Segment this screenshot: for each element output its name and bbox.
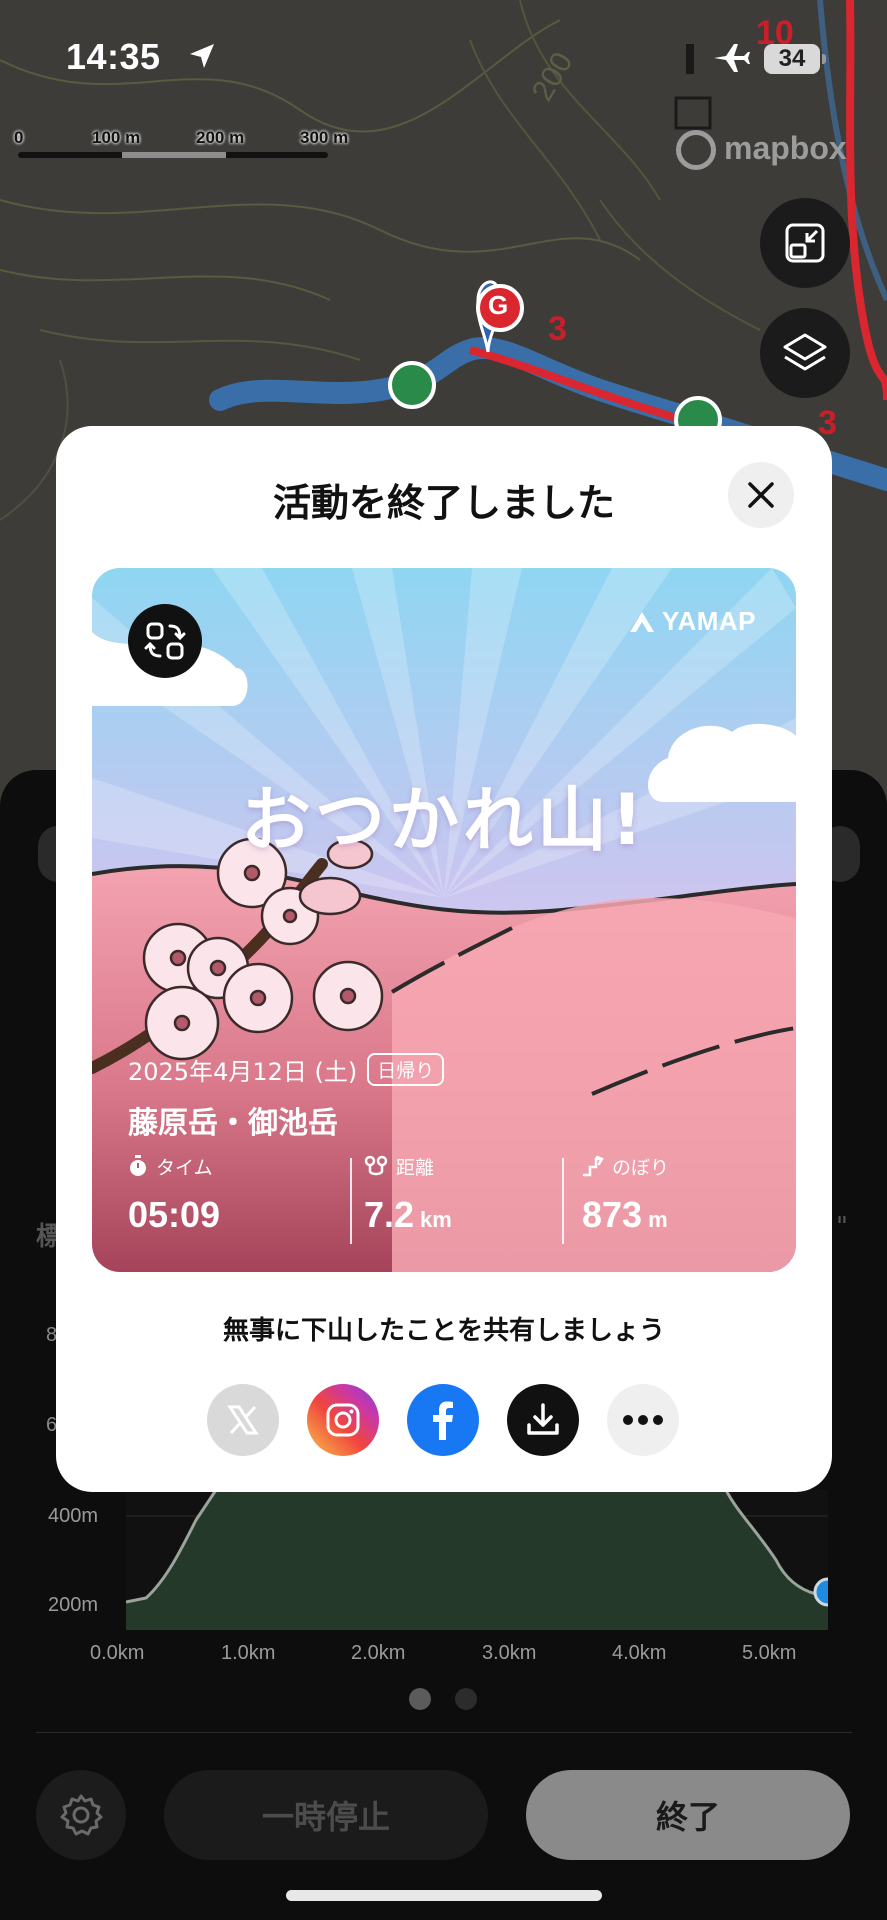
share-prompt: 無事に下山したことを共有しましょう — [222, 1316, 665, 1346]
elevation-y-label: 200m — [48, 1594, 99, 1616]
card-headline: おつかれ山! — [241, 779, 647, 861]
elevation-y-label: 400m — [48, 1505, 99, 1527]
stat-unit: km — [420, 1207, 452, 1232]
elevation-profile-chart[interactable] — [126, 1490, 828, 1630]
stat-label: タイム — [156, 1156, 213, 1179]
ascent-icon — [582, 1155, 604, 1177]
airplane-icon — [714, 44, 750, 72]
close-icon — [748, 482, 774, 508]
stat-value: 05:09 — [128, 1194, 221, 1235]
stat-distance: 距離 7.2 km — [364, 1152, 452, 1236]
share-x-button[interactable] — [207, 1384, 279, 1456]
mapbox-logo[interactable]: mapbox — [676, 124, 876, 174]
scale-line — [18, 152, 328, 158]
x-logo-icon — [227, 1405, 259, 1435]
elevation-x-label: 3.0km — [482, 1642, 537, 1664]
yamap-logo: YAMAP — [628, 606, 756, 637]
battery-indicator: 34 — [764, 44, 826, 74]
switch-card-button[interactable] — [128, 604, 202, 678]
end-button[interactable]: 終了 — [526, 1770, 850, 1860]
start-marker[interactable]: G — [488, 290, 508, 321]
facebook-icon — [433, 1401, 453, 1440]
location-arrow-icon — [190, 44, 214, 68]
route-pin-icon — [364, 1155, 388, 1176]
dialog-title: 活動を終了しました — [272, 481, 615, 525]
activity-finished-dialog: 活動を終了しました YAMAP おつかれ山! 2025年4月12日 (土) 日帰… — [56, 426, 832, 1492]
stat-label: 距離 — [396, 1156, 435, 1179]
scale-label: 300 m — [300, 128, 349, 147]
stat-value: 7.2 — [364, 1194, 415, 1235]
activity-date: 2025年4月12日 (土) — [128, 1058, 358, 1086]
trip-type-badge: 日帰り — [367, 1053, 445, 1086]
stat-label: のぼり — [612, 1156, 670, 1179]
swap-icon — [144, 622, 186, 660]
more-dots-icon — [623, 1415, 663, 1425]
page-dot[interactable] — [455, 1688, 477, 1710]
activity-date-row: 2025年4月12日 (土) 日帰り — [128, 1052, 445, 1087]
page-dot-active[interactable] — [409, 1688, 431, 1710]
stat-time: タイム 05:09 — [128, 1152, 220, 1236]
stat-divider — [562, 1158, 564, 1244]
status-time: 14:35 — [66, 36, 161, 77]
more-options-button[interactable] — [607, 1384, 679, 1456]
collapse-map-button[interactable] — [760, 198, 850, 288]
elevation-x-label: 5.0km — [742, 1642, 797, 1664]
scale-label: 100 m — [92, 128, 141, 147]
share-facebook-button[interactable] — [407, 1384, 479, 1456]
divider — [36, 1732, 852, 1733]
close-button[interactable] — [728, 462, 794, 528]
yamap-mark-icon — [630, 611, 654, 632]
mapbox-wordmark: mapbox — [724, 130, 847, 166]
map-scale-bar: 0 100 m 200 m 300 m — [14, 128, 354, 168]
elevation-area — [126, 1490, 828, 1630]
collapse-icon — [785, 223, 825, 263]
route-number: 3 — [548, 310, 567, 348]
scale-label: 0 — [14, 128, 24, 147]
home-indicator[interactable] — [286, 1890, 602, 1901]
mountain-name: 藤原岳・御池岳 — [128, 1106, 338, 1141]
layers-icon — [783, 333, 827, 371]
map-layers-button[interactable] — [760, 308, 850, 398]
gear-icon — [60, 1794, 103, 1836]
current-position-marker — [813, 1577, 828, 1607]
stopwatch-icon — [130, 1155, 146, 1176]
scale-label: 200 m — [196, 128, 245, 147]
settings-button[interactable] — [36, 1770, 126, 1860]
stat-value: 873 — [582, 1194, 643, 1235]
share-instagram-button[interactable] — [307, 1384, 379, 1456]
download-icon — [527, 1403, 559, 1435]
mapbox-mark-icon — [676, 130, 716, 170]
pause-button[interactable]: 一時停止 — [164, 1770, 488, 1860]
brand-name: YAMAP — [662, 606, 757, 636]
stat-unit: m — [648, 1207, 668, 1232]
download-button[interactable] — [507, 1384, 579, 1456]
stat-ascent: のぼり 873 m — [582, 1152, 669, 1236]
status-bar: 14:35 34 — [0, 0, 887, 110]
elevation-x-label: 1.0km — [221, 1642, 276, 1664]
stat-divider — [350, 1158, 352, 1244]
elevation-x-label: 4.0km — [612, 1642, 667, 1664]
panel-section-label-right: " — [836, 1212, 848, 1242]
elevation-x-label: 2.0km — [351, 1642, 406, 1664]
elevation-x-label: 0.0km — [90, 1642, 145, 1664]
instagram-icon — [326, 1403, 360, 1437]
summary-card: YAMAP おつかれ山! 2025年4月12日 (土) 日帰り 藤原岳・御池岳 … — [92, 568, 796, 1272]
